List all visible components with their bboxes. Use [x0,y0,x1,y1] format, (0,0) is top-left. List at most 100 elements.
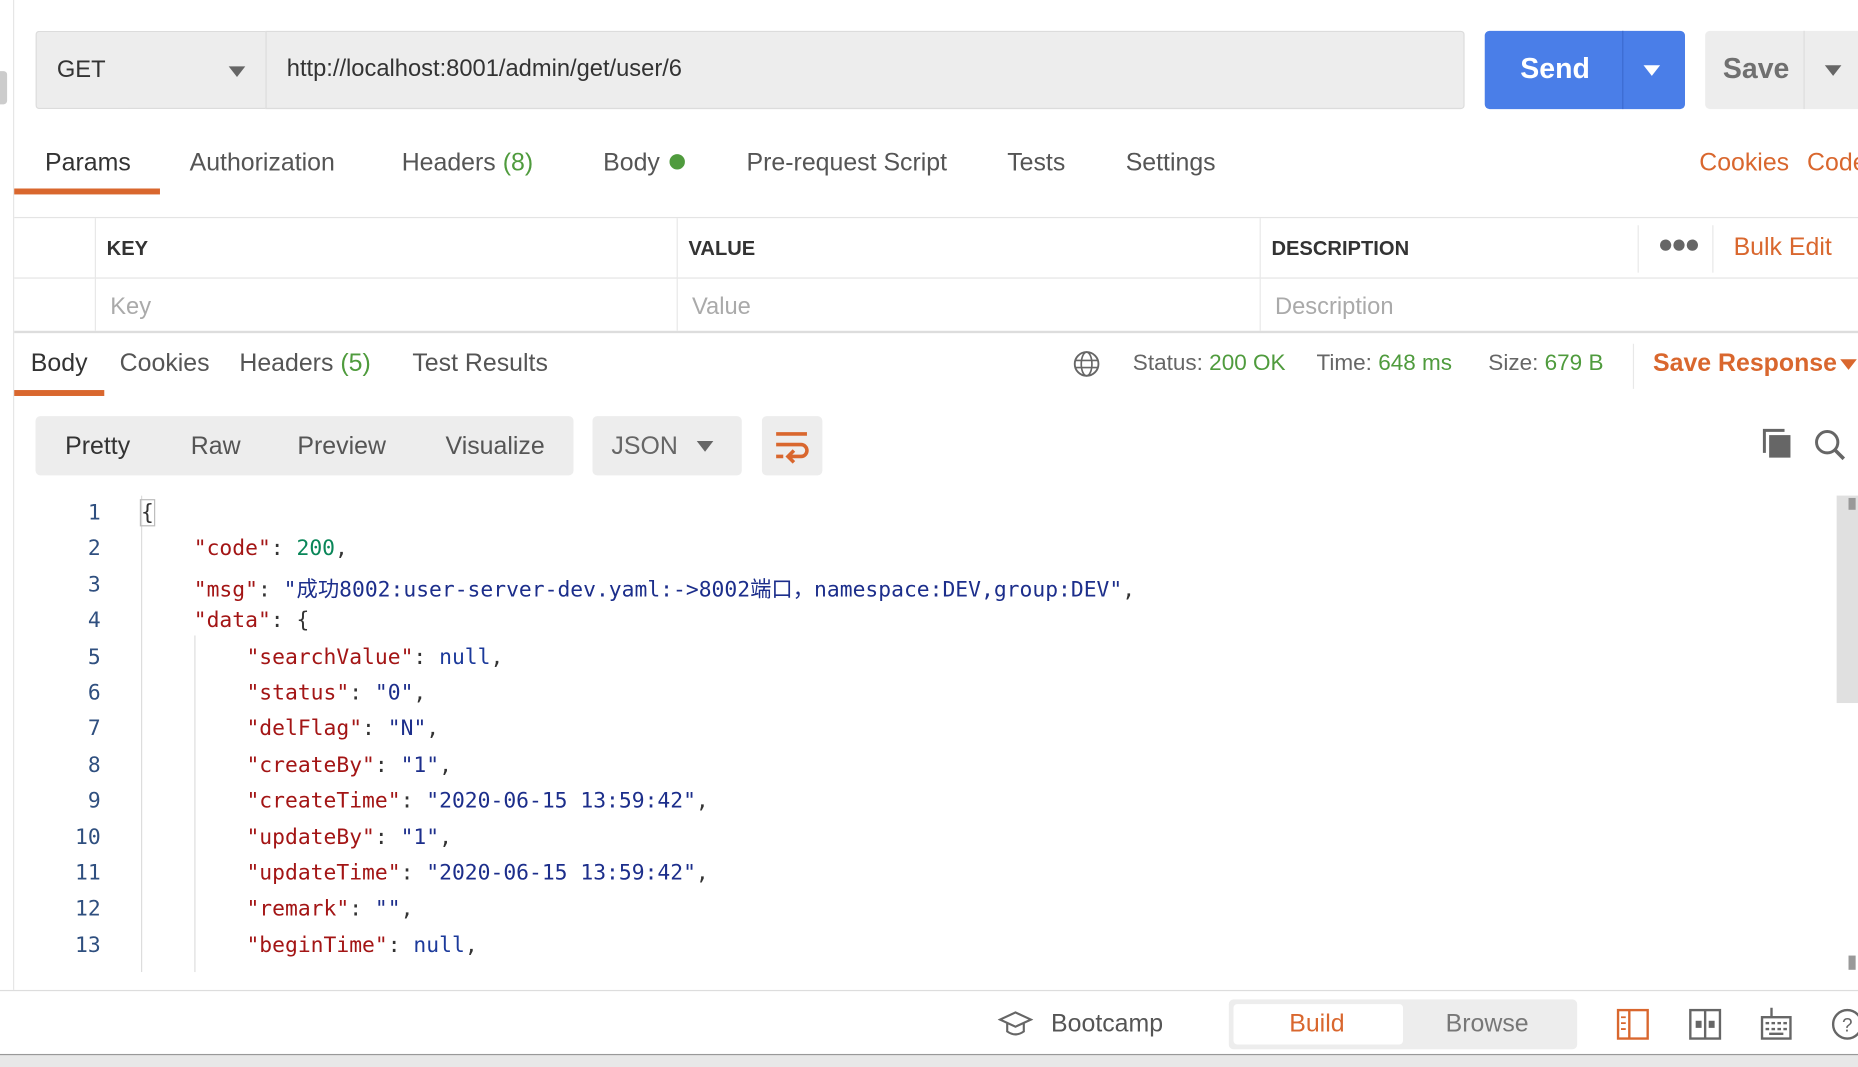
scroll-marker [1848,955,1856,970]
line-number: 1 [87,500,101,526]
save-response-chevron-icon[interactable] [1840,359,1857,370]
code-line: "updateBy": "1", [246,825,451,850]
json-punctuation: : [400,788,427,814]
save-response-button[interactable]: Save Response [1653,350,1837,378]
bulk-edit-link[interactable]: Bulk Edit [1734,234,1832,262]
bootcamp-button[interactable]: Bootcamp [1051,1010,1163,1038]
tab-settings[interactable]: Settings [1126,149,1216,177]
json-key: "delFlag" [246,716,363,742]
save-options-chevron-icon[interactable] [1824,65,1842,76]
tab-body[interactable]: Body [603,149,685,177]
column-header-key: KEY [106,237,149,260]
json-string: "N" [387,716,427,742]
time-label: Time: [1316,350,1372,376]
description-input[interactable]: Description [1275,294,1394,321]
tab-params[interactable]: Params [45,149,131,177]
tab-label: Headers [239,349,334,378]
response-tab-headers[interactable]: Headers (5) [239,350,370,378]
json-null: null [439,644,491,670]
globe-icon[interactable] [1072,350,1100,378]
response-tab-cookies[interactable]: Cookies [120,350,210,378]
json-punctuation: , [695,860,709,886]
response-size: Size: 679 B [1488,351,1603,377]
tab-authorization[interactable]: Authorization [190,149,335,177]
active-tab-indicator [14,390,105,396]
json-punctuation: : [362,716,388,742]
status-bar [0,989,1858,1057]
body-indicator-dot [669,154,685,170]
key-input[interactable]: Key [110,294,151,321]
divider [14,216,1858,219]
code-line: "msg": "成功8002:user-server-dev.yaml:->80… [194,572,1135,603]
json-punctuation: : [257,577,284,603]
json-punctuation: , [1122,577,1136,603]
scrollbar-thumb[interactable] [1836,495,1858,704]
divider [94,218,96,331]
copy-icon[interactable] [1762,428,1793,459]
line-number: 9 [87,788,101,814]
method-select[interactable]: GET [35,30,266,110]
keyboard-shortcuts-icon[interactable] [1760,1005,1793,1041]
mode-raw[interactable]: Raw [191,433,241,461]
column-header-description: DESCRIPTION [1271,237,1410,260]
help-icon[interactable]: ? [1831,1007,1858,1043]
response-tab-test-results[interactable]: Test Results [412,350,548,378]
mode-visualize[interactable]: Visualize [446,433,545,461]
send-button[interactable]: Send [1484,30,1685,110]
tab-label: Body [603,149,660,177]
search-icon[interactable] [1813,428,1846,461]
sidebar-resize-handle[interactable] [0,71,8,105]
json-string: "2020-06-15 13:59:42" [426,860,696,886]
mode-pretty[interactable]: Pretty [65,433,130,461]
format-select[interactable]: JSON [592,416,742,476]
json-punctuation: , [695,788,709,814]
status-label: Status: [1132,350,1203,376]
response-body-editor[interactable]: 1 {2 "code": 200, 3 "msg": "成功8002:user-serv… [0,495,1834,973]
tab-tests[interactable]: Tests [1007,149,1065,177]
json-punctuation: , [439,752,452,778]
headers-count: (5) [340,349,371,378]
line-number: 13 [75,932,101,958]
browse-toggle[interactable]: Browse [1446,1010,1529,1038]
indent-guide [141,495,143,973]
json-key: "createBy" [246,752,375,778]
tab-pre-request-script[interactable]: Pre-request Script [747,149,948,177]
build-toggle[interactable]: Build [1289,1010,1344,1038]
two-pane-view-icon[interactable] [1689,1008,1722,1041]
json-string: "1" [400,752,440,778]
json-punctuation: : [400,860,427,886]
code-line: "createTime": "2020-06-15 13:59:42", [246,789,708,814]
save-button[interactable]: Save [1705,30,1858,110]
line-number: 5 [87,644,101,670]
chevron-down-icon [696,441,714,452]
tab-headers[interactable]: Headers (8) [402,149,533,177]
json-punctuation: , [439,824,452,850]
divider [1259,218,1261,331]
json-punctuation: : [349,680,375,706]
json-string: "成功8002:user-server-dev.yaml:->8002端口，na… [283,577,1123,603]
divider [14,330,1858,334]
cookies-link[interactable]: Cookies [1699,149,1789,177]
url-input[interactable]: http://localhost:8001/admin/get/user/6 [265,30,1465,110]
active-tab-indicator [14,188,160,195]
json-null: null [413,932,465,958]
wrap-lines-button[interactable] [761,416,823,476]
json-punctuation: , [400,896,414,922]
svg-text:?: ? [1842,1015,1853,1036]
chevron-down-icon [228,66,246,78]
line-number: 3 [87,572,101,598]
toggle-sidebar-icon[interactable] [1616,1008,1649,1041]
line-number: 4 [87,608,101,634]
value-input[interactable]: Value [692,294,751,321]
json-key: "msg" [193,577,258,603]
more-options-icon[interactable]: ●●● [1658,229,1701,260]
code-line: "remark": "", [246,897,413,922]
response-tab-body[interactable]: Body [31,350,88,378]
line-number: 11 [75,860,101,886]
send-label: Send [1520,53,1590,86]
send-options-chevron-icon[interactable] [1643,65,1661,76]
editor-scrollbar[interactable] [1836,495,1858,973]
mode-preview[interactable]: Preview [297,433,386,461]
json-punctuation: { [141,500,154,526]
code-link[interactable]: Code [1807,149,1858,177]
